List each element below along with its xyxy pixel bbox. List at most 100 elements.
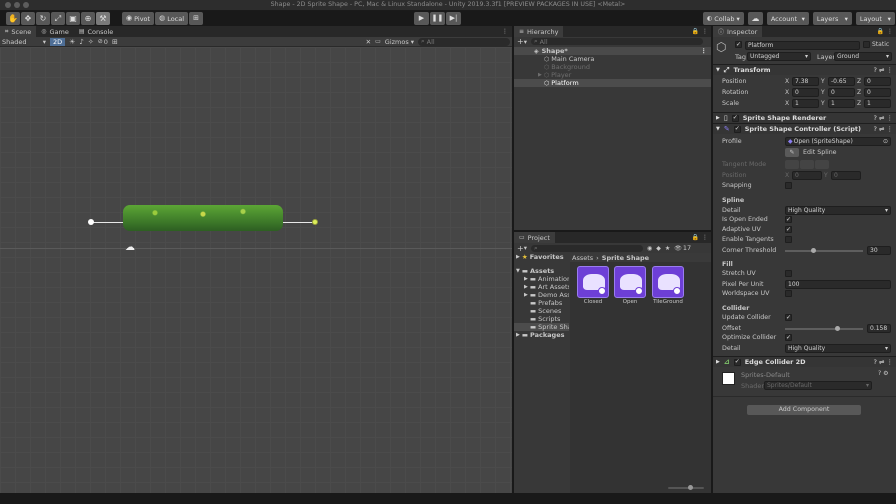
scene-view[interactable]: ☁ xyxy=(0,47,512,493)
pause-button[interactable]: ❚❚ xyxy=(430,12,445,25)
enable-tangents-checkbox[interactable] xyxy=(785,236,792,243)
rect-tool-button[interactable]: ▣ xyxy=(66,12,80,25)
lock-icon[interactable]: 🔒 xyxy=(692,28,699,35)
profile-object-field[interactable]: ◆ Open (SpriteShape) ⊙ xyxy=(785,137,891,146)
spline-point-end[interactable] xyxy=(312,219,318,225)
layer-dropdown[interactable]: Ground ▾ xyxy=(834,52,892,61)
panel-menu-icon[interactable]: ⋮ xyxy=(702,234,708,241)
breadcrumb-assets[interactable]: Assets xyxy=(572,254,593,262)
slider-thumb[interactable] xyxy=(811,247,816,253)
platform-sprite[interactable] xyxy=(123,205,283,231)
renderer-enabled-checkbox[interactable]: ✓ xyxy=(731,114,739,122)
effects-icon[interactable]: ✧ xyxy=(88,38,94,46)
point-x-field[interactable]: 0 xyxy=(792,171,822,180)
tangent-linear-button[interactable] xyxy=(785,160,799,169)
breadcrumb-sprite-shape[interactable]: Sprite Shape xyxy=(602,254,649,262)
rotate-tool-button[interactable]: ↻ xyxy=(36,12,50,25)
scene-menu-icon[interactable]: ⋮ xyxy=(701,47,708,55)
position-y-field[interactable]: -0.65 xyxy=(828,77,855,86)
panel-menu-icon[interactable]: ⋮ xyxy=(702,28,708,35)
adaptive-uv-checkbox[interactable]: ✓ xyxy=(785,226,792,233)
scale-tool-button[interactable]: ⤢ xyxy=(51,12,65,25)
camera-icon[interactable]: ▭ xyxy=(375,38,381,45)
layers-dropdown[interactable]: Layers ▾ xyxy=(812,12,852,25)
transform-header[interactable]: ▼ ⤢ Transform ? ⇌ ⋮ xyxy=(713,64,896,75)
gameobject-name-field[interactable]: Platform xyxy=(745,41,860,50)
tag-dropdown[interactable]: Untagged ▾ xyxy=(747,52,811,61)
renderer-header[interactable]: ▶ ▯ ✓ Sprite Shape Renderer ? ⇌ ⋮ xyxy=(713,112,896,123)
panel-menu-icon[interactable]: ⋮ xyxy=(887,28,893,35)
list-item[interactable]: ▶ ▬ Animation xyxy=(514,275,569,283)
component-options-icon[interactable]: ? ⇌ ⋮ xyxy=(873,66,893,74)
tangent-broken-button[interactable] xyxy=(815,160,829,169)
tab-project[interactable]: ▭ Project xyxy=(514,232,555,243)
scale-z-field[interactable]: 1 xyxy=(864,99,891,108)
hierarchy-search[interactable]: ⌕ All xyxy=(530,37,703,46)
worldspace-uv-checkbox[interactable] xyxy=(785,290,792,297)
material-settings-icon[interactable]: ? ⚙ xyxy=(878,370,888,377)
hierarchy-scene-row[interactable]: ◈ Shape* ⋮ xyxy=(514,47,711,55)
tab-scene[interactable]: ⌗ Scene xyxy=(0,26,37,37)
gizmos-dropdown[interactable]: Gizmos ▾ xyxy=(385,38,414,46)
expand-arrow-icon[interactable]: ▶ xyxy=(524,284,528,290)
mode-2d-toggle[interactable]: 2D xyxy=(50,37,66,46)
component-options-icon[interactable]: ? ⇌ ⋮ xyxy=(873,358,893,366)
snapping-checkbox[interactable] xyxy=(785,182,792,189)
add-component-button[interactable]: Add Component xyxy=(747,405,861,415)
custom-tool-button[interactable]: ⚒ xyxy=(96,12,110,25)
ppu-field[interactable]: 100 xyxy=(785,280,891,289)
grid-toggle-icon[interactable]: ⊞ xyxy=(112,38,118,46)
controller-enabled-checkbox[interactable]: ✓ xyxy=(733,125,741,133)
create-button[interactable]: + xyxy=(517,244,524,253)
search-by-label-icon[interactable]: ◆ xyxy=(656,245,661,252)
asset-tile[interactable]: Closed xyxy=(576,266,610,305)
move-tool-button[interactable]: ✥ xyxy=(21,12,35,25)
corner-threshold-field[interactable]: 30 xyxy=(867,246,891,255)
expand-arrow-icon[interactable]: ▶ xyxy=(524,276,528,282)
play-button[interactable]: ▶ xyxy=(414,12,429,25)
list-item[interactable]: ▬ Scripts xyxy=(514,315,569,323)
controller-header[interactable]: ▼ ✎ ✓ Sprite Shape Controller (Script) ? ⇌ ⋮ xyxy=(713,123,896,134)
tab-hierarchy[interactable]: ≡ Hierarchy xyxy=(514,26,564,37)
shading-dropdown[interactable]: Shaded ▾ xyxy=(2,38,46,46)
expand-arrow-icon[interactable]: ▶ xyxy=(524,292,528,298)
update-collider-checkbox[interactable]: ✓ xyxy=(785,314,792,321)
component-options-icon[interactable]: ? ⇌ ⋮ xyxy=(873,114,893,122)
lock-icon[interactable]: 🔒 xyxy=(692,234,699,241)
expand-arrow-icon[interactable]: ▶ xyxy=(516,254,520,260)
collapse-arrow-icon[interactable]: ▼ xyxy=(516,268,520,274)
spline-point-start[interactable] xyxy=(88,219,94,225)
packages-row[interactable]: ▶ ▬ Packages xyxy=(514,331,569,339)
create-button[interactable]: + xyxy=(517,37,524,46)
list-item[interactable]: ▶ ⬡ Player xyxy=(514,71,711,79)
point-y-field[interactable]: 0 xyxy=(831,171,861,180)
list-item[interactable]: ▬Sprite Shap xyxy=(514,323,569,331)
object-picker-icon[interactable]: ⊙ xyxy=(883,138,888,145)
step-button[interactable]: ▶| xyxy=(446,12,461,25)
position-z-field[interactable]: 0 xyxy=(864,77,891,86)
account-dropdown[interactable]: Account ▾ xyxy=(766,12,809,25)
list-item[interactable]: ⬡ Main Camera xyxy=(514,55,711,63)
scene-search[interactable]: ⌕ All xyxy=(418,37,510,46)
layout-dropdown[interactable]: Layout ▾ xyxy=(855,12,895,25)
tangent-continuous-button[interactable] xyxy=(800,160,814,169)
shader-dropdown[interactable]: Sprites/Default ▾ xyxy=(764,381,872,390)
hidden-count-icon[interactable]: ⊘ xyxy=(98,38,103,45)
list-item[interactable]: ▶▬Demo Asse xyxy=(514,291,569,299)
optimize-collider-checkbox[interactable]: ✓ xyxy=(785,334,792,341)
component-options-icon[interactable]: ? ⇌ ⋮ xyxy=(873,125,893,133)
collider-detail-dropdown[interactable]: High Quality ▾ xyxy=(785,344,891,353)
tools-icon[interactable]: ✕ xyxy=(366,38,371,46)
audio-icon[interactable]: ♪ xyxy=(79,38,83,46)
edit-spline-button[interactable]: ✎ xyxy=(785,148,799,157)
zoom-slider-thumb[interactable] xyxy=(688,485,693,490)
slider-thumb[interactable] xyxy=(835,325,840,331)
chevron-down-icon[interactable]: ▾ xyxy=(524,38,527,46)
tab-console[interactable]: ▤ Console xyxy=(74,26,118,37)
lock-icon[interactable]: 🔒 xyxy=(877,28,884,35)
list-item[interactable]: ⬡ Platform xyxy=(514,79,711,87)
rotation-y-field[interactable]: 0 xyxy=(828,88,855,97)
active-checkbox[interactable]: ✓ xyxy=(735,41,742,48)
expand-arrow-icon[interactable]: ▶ xyxy=(538,72,542,78)
expand-arrow-icon[interactable]: ▶ xyxy=(516,332,520,338)
